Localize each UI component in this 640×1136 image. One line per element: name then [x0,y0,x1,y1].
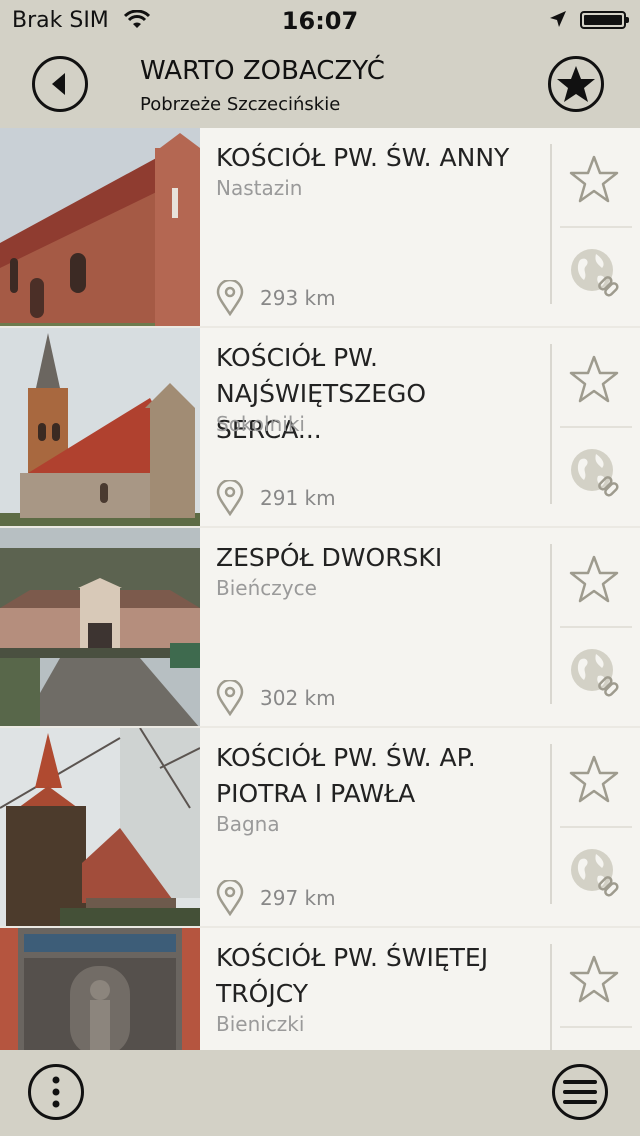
item-name: KOŚCIÓŁ PW. ŚW. ANNY [216,143,510,172]
menu-icon [563,1080,597,1104]
navigation-bar: WARTO ZOBACZYĆ Pobrzeże Szczecińskie [0,40,640,128]
globe-link-icon[interactable] [568,646,620,698]
more-icon [52,1076,60,1108]
vertical-divider [550,544,552,704]
attractions-list: KOŚCIÓŁ PW. ŚW. ANNY Nastazin 293 km KOŚ… [0,128,640,1050]
back-button[interactable] [32,56,88,112]
church-photo [0,728,200,928]
more-button[interactable] [28,1064,84,1120]
item-town: Sokolniki [216,412,305,436]
menu-button[interactable] [552,1064,608,1120]
vertical-divider [550,144,552,304]
page-title: WARTO ZOBACZYĆ [140,56,385,86]
item-name: KOŚCIÓŁ PW. ŚW. AP. PIOTRA I PAWŁA [216,743,476,808]
list-item[interactable]: KOŚCIÓŁ PW. ŚWIĘTEJ TRÓJCY Bieniczki [0,928,640,1050]
vertical-divider [550,344,552,504]
horizontal-divider [560,826,632,828]
vertical-divider [550,744,552,904]
church-photo [0,328,200,528]
back-icon [52,73,65,95]
page-subtitle: Pobrzeże Szczecińskie [140,94,341,115]
item-distance: 291 km [260,486,336,510]
item-town: Bieńczyce [216,576,317,600]
location-pin-icon [216,280,244,316]
item-name: KOŚCIÓŁ PW. ŚWIĘTEJ TRÓJCY [216,943,489,1008]
horizontal-divider [560,226,632,228]
status-bar: Brak SIM 16:07 [0,0,640,40]
star-icon[interactable] [568,354,620,406]
location-pin-icon [216,680,244,716]
list-item[interactable]: KOŚCIÓŁ PW. NAJŚWIĘTSZEGO SERCA... Sokol… [0,328,640,528]
church-photo [0,128,200,328]
globe-link-icon[interactable] [568,246,620,298]
item-town: Bieniczki [216,1012,305,1036]
location-arrow-icon [550,11,566,27]
star-icon[interactable] [568,754,620,806]
manor-photo [0,528,200,728]
list-item[interactable]: ZESPÓŁ DWORSKI Bieńczyce 302 km [0,528,640,728]
star-icon [557,66,595,102]
item-distance: 297 km [260,886,336,910]
globe-link-icon[interactable] [568,846,620,898]
globe-link-icon[interactable] [568,446,620,498]
list-item[interactable]: KOŚCIÓŁ PW. ŚW. ANNY Nastazin 293 km [0,128,640,328]
bottom-toolbar [0,1050,640,1136]
favorites-button[interactable] [548,56,604,112]
item-name: ZESPÓŁ DWORSKI [216,543,443,572]
horizontal-divider [560,426,632,428]
clock: 16:07 [281,7,359,35]
list-item[interactable]: KOŚCIÓŁ PW. ŚW. AP. PIOTRA I PAWŁA Bagna… [0,728,640,928]
location-pin-icon [216,480,244,516]
item-town: Bagna [216,812,280,836]
location-pin-icon [216,880,244,916]
item-distance: 302 km [260,686,336,710]
star-icon[interactable] [568,154,620,206]
battery-icon [580,11,629,29]
item-distance: 293 km [260,286,336,310]
church-portal-photo [0,928,200,1050]
horizontal-divider [560,1026,632,1028]
star-icon[interactable] [568,554,620,606]
horizontal-divider [560,626,632,628]
item-town: Nastazin [216,176,303,200]
vertical-divider [550,944,552,1050]
star-icon[interactable] [568,954,620,1006]
